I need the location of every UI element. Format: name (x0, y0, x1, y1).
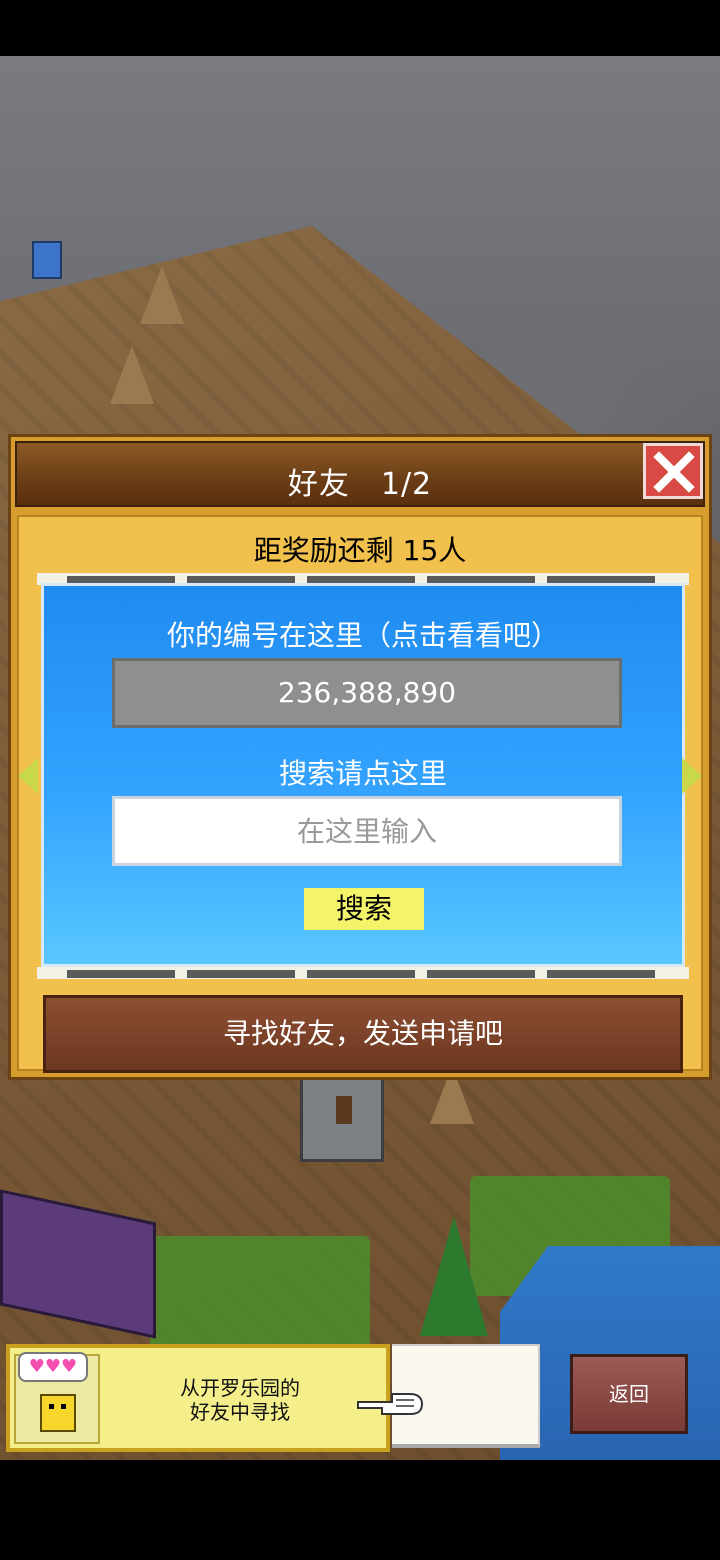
grass-field (150, 1236, 370, 1356)
dialog-title: 好友 1/2 (287, 467, 433, 502)
panel-frame-bottom (37, 967, 689, 979)
tree (420, 1216, 488, 1336)
chevron-right-icon[interactable] (682, 758, 702, 794)
kairo-line-2: 好友中寻找 (190, 1400, 290, 1424)
find-friends-button[interactable]: 寻找好友，发送申请吧 (43, 995, 683, 1073)
kairo-robot-icon (40, 1394, 76, 1432)
kairo-card-text: 从开罗乐园的 好友中寻找 (130, 1376, 350, 1424)
search-button[interactable]: 搜索 (304, 888, 424, 930)
friend-search-input[interactable] (112, 796, 622, 866)
your-id-label: 你的编号在这里（点击看看吧） (166, 619, 559, 652)
your-id-value[interactable]: 236,388,890 (112, 658, 622, 728)
hearts-bubble: ♥♥♥ (18, 1352, 88, 1382)
tower-door (336, 1096, 352, 1124)
rock-spire (140, 266, 184, 324)
close-icon (653, 451, 695, 493)
back-button[interactable]: 返回 (570, 1354, 688, 1434)
robot-eye (49, 1404, 54, 1409)
search-label: 搜索请点这里 (278, 757, 447, 790)
reward-remaining-text: 距奖励还剩 15人 (253, 534, 467, 567)
friend-id-panel: 你的编号在这里（点击看看吧） 236,388,890 搜索请点这里 搜索 (41, 583, 685, 967)
robot-eye (61, 1404, 66, 1409)
friends-dialog: 好友 1/2 距奖励还剩 15人 你的编号在这里（点击看看吧） 236,388,… (8, 434, 712, 1080)
explorer-character (32, 241, 62, 279)
chevron-left-icon[interactable] (18, 758, 38, 794)
dialog-titlebar: 好友 1/2 (15, 441, 705, 507)
hand-pointer-icon (357, 1393, 424, 1415)
kairo-line-1: 从开罗乐园的 (180, 1376, 300, 1400)
rock-spire (110, 346, 154, 404)
close-button[interactable] (643, 443, 703, 499)
